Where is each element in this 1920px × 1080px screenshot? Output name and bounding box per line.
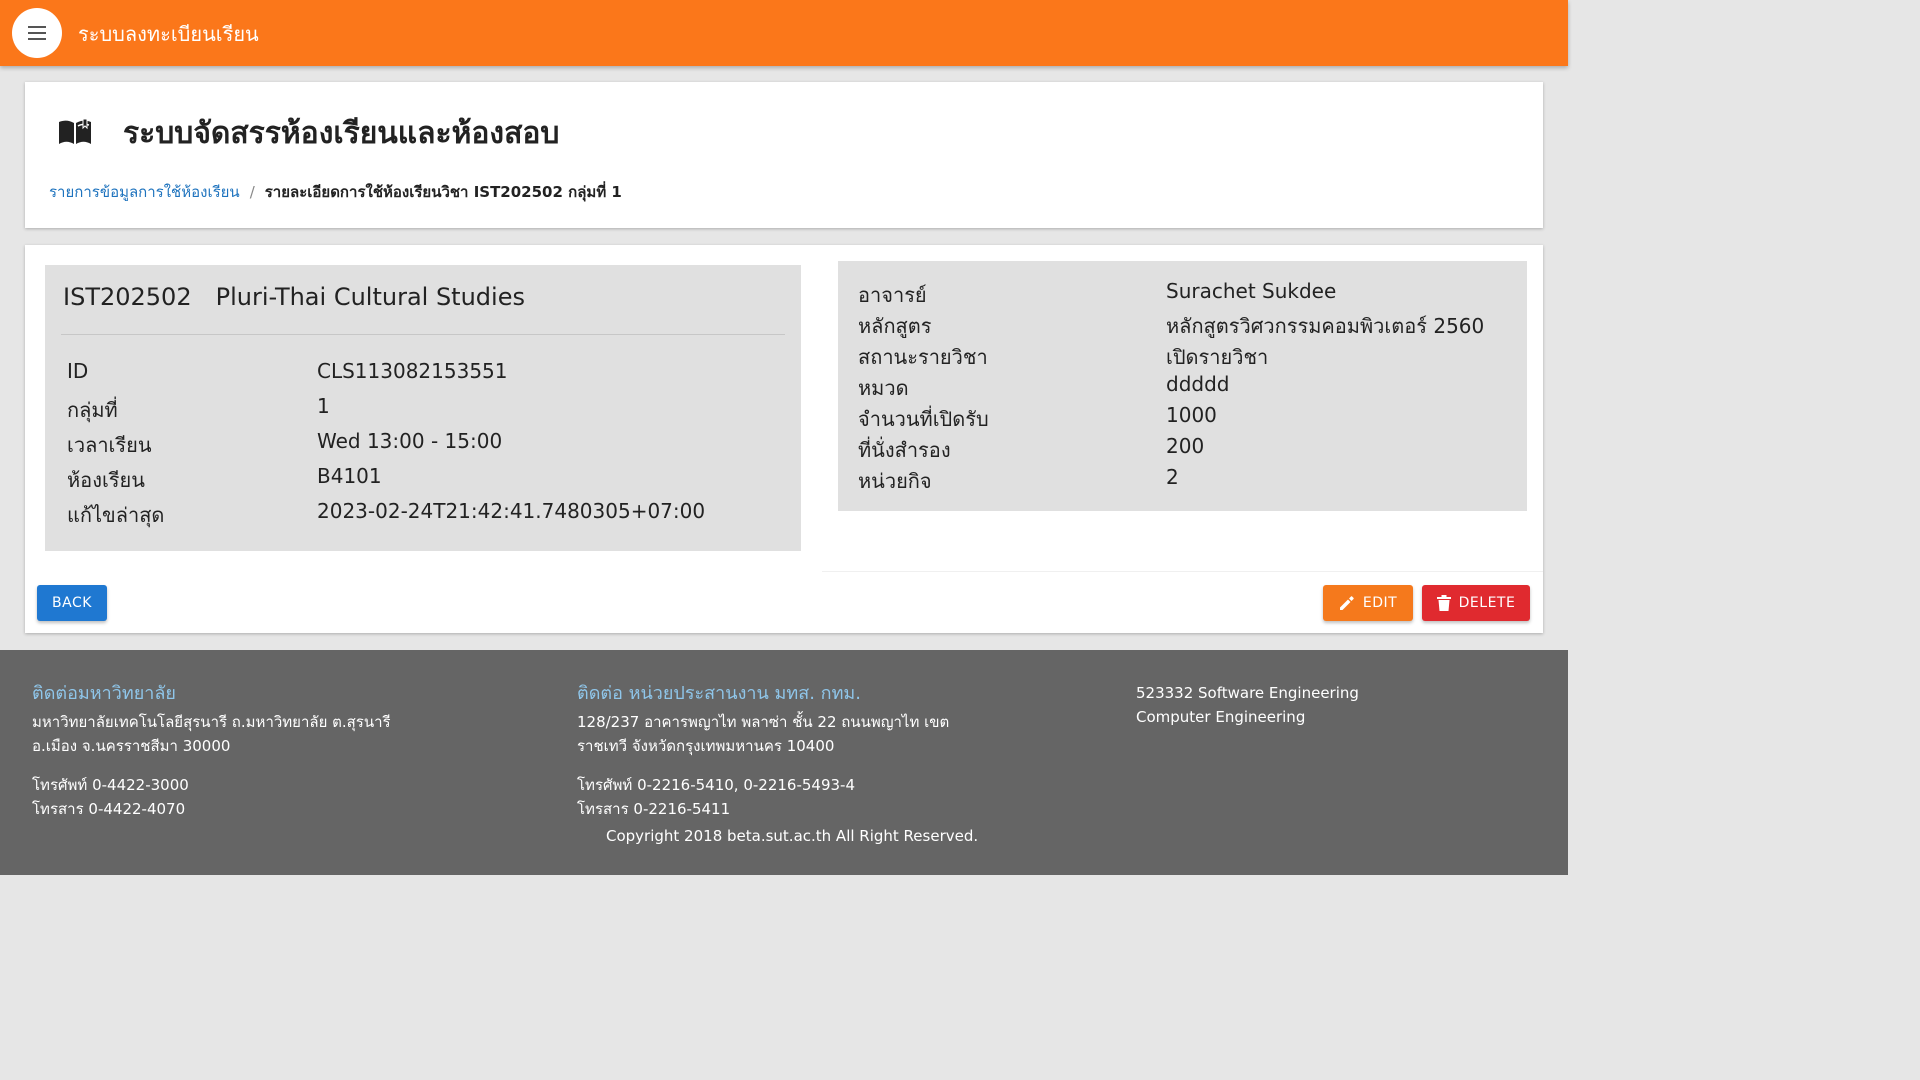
course-code: IST202502 [63,283,192,311]
breadcrumb: รายการข้อมูลการใช้ห้องเรียน / รายละเอียด… [49,180,622,204]
class-detail-panel: IST202502 Pluri-Thai Cultural Studies ID … [45,265,801,551]
delete-button-label: DELETE [1458,595,1516,611]
info-label: หลักสูตร [858,314,932,338]
detail-row: ID CLS113082153551 [67,359,508,383]
back-button[interactable]: BACK [37,585,107,621]
footer-address: ราชเทวี จังหวัดกรุงเทพมหานคร 10400 [577,737,835,755]
breadcrumb-link[interactable]: รายการข้อมูลการใช้ห้องเรียน [49,180,240,204]
open-book-icon [57,118,93,150]
page-title: ระบบจัดสรรห้องเรียนและห้องสอบ [123,116,560,151]
detail-label: กลุ่มที่ [67,398,118,422]
footer-department: Computer Engineering [1136,708,1306,726]
divider [61,334,785,335]
info-row: หมวด ddddd [858,372,1229,404]
footer-address: อ.เมือง จ.นครราชสีมา 30000 [32,737,231,755]
info-value: ddddd [1166,372,1230,396]
course-name: Pluri-Thai Cultural Studies [215,283,525,311]
info-value: หลักสูตรวิศวกรรมคอมพิวเตอร์ 2560 [1166,314,1485,338]
detail-row: แก้ไขล่าสุด 2023-02-24T21:42:41.7480305+… [67,499,705,531]
detail-value: CLS113082153551 [317,359,508,383]
footer-fax: โทรสาร 0-4422-4070 [32,800,186,818]
detail-row: กลุ่มที่ 1 [67,394,330,426]
info-row: ที่นั่งสำรอง 200 [858,434,1204,466]
detail-value: 2023-02-24T21:42:41.7480305+07:00 [317,499,706,523]
footer-university-contact: ติดต่อมหาวิทยาลัย มหาวิทยาลัยเทคโนโลยีสุ… [32,682,391,821]
info-value: 200 [1166,434,1205,458]
back-button-label: BACK [52,595,92,611]
copyright: Copyright 2018 beta.sut.ac.th All Right … [606,827,979,845]
footer-address: 128/237 อาคารพญาไท พลาซ่า ชั้น 22 ถนนพญา… [577,713,950,731]
detail-value: 1 [317,394,330,418]
footer-phone: โทรศัพท์ 0-2216-5410, 0-2216-5493-4 [577,776,855,794]
info-row: จำนวนที่เปิดรับ 1000 [858,403,1217,435]
edit-button[interactable]: EDIT [1323,585,1413,621]
detail-label: แก้ไขล่าสุด [67,503,165,527]
info-label: หน่วยกิจ [858,469,932,493]
course-heading: IST202502 Pluri-Thai Cultural Studies [63,283,525,311]
footer-course: 523332 Software Engineering [1136,684,1359,702]
info-row: อาจารย์ Surachet Sukdee [858,279,1336,311]
info-label: หมวด [858,376,909,400]
footer-heading: ติดต่อมหาวิทยาลัย [32,683,176,704]
info-value: เปิดรายวิชา [1166,345,1269,369]
trash-icon [1436,595,1451,611]
delete-button[interactable]: DELETE [1422,585,1530,621]
info-label: ที่นั่งสำรอง [858,438,951,462]
app-bar: ระบบลงทะเบียนเรียน [0,0,1568,66]
footer-bangkok-contact: ติดต่อ หน่วยประสานงาน มทส. กทม. 128/237 … [577,682,949,821]
detail-label: ห้องเรียน [67,468,145,492]
info-value: 2 [1166,465,1179,489]
info-row: หน่วยกิจ 2 [858,465,1179,497]
info-label: สถานะรายวิชา [858,345,988,369]
detail-row: เวลาเรียน Wed 13:00 - 15:00 [67,429,502,461]
app-title: ระบบลงทะเบียนเรียน [78,22,259,46]
info-value: 1000 [1166,403,1217,427]
breadcrumb-separator: / [249,183,255,201]
detail-value: B4101 [317,464,382,488]
footer-fax: โทรสาร 0-2216-5411 [577,800,731,818]
breadcrumb-current: รายละเอียดการใช้ห้องเรียนวิชา IST202502 … [264,183,622,201]
detail-label: ID [67,359,89,383]
pencil-icon [1339,595,1355,611]
info-label: อาจารย์ [858,283,927,307]
footer-phone: โทรศัพท์ 0-4422-3000 [32,776,189,794]
edit-button-label: EDIT [1362,595,1398,611]
info-label: จำนวนที่เปิดรับ [858,407,989,431]
detail-label: เวลาเรียน [67,433,152,457]
menu-button[interactable] [12,8,62,58]
detail-row: ห้องเรียน B4101 [67,464,382,496]
info-value: Surachet Sukdee [1166,279,1337,303]
info-row: สถานะรายวิชา เปิดรายวิชา [858,341,1268,373]
footer: ติดต่อมหาวิทยาลัย มหาวิทยาลัยเทคโนโลยีสุ… [0,650,1568,875]
info-row: หลักสูตร หลักสูตรวิศวกรรมคอมพิวเตอร์ 256… [858,310,1484,342]
footer-address: มหาวิทยาลัยเทคโนโลยีสุรนารี ถ.มหาวิทยาลั… [32,713,391,731]
footer-course-info: 523332 Software Engineering Computer Eng… [1136,681,1359,729]
divider [822,571,1543,572]
detail-value: Wed 13:00 - 15:00 [317,429,503,453]
footer-heading: ติดต่อ หน่วยประสานงาน มทส. กทม. [577,683,862,704]
course-info-panel: อาจารย์ Surachet Sukdee หลักสูตร หลักสูต… [838,261,1527,511]
header-card: ระบบจัดสรรห้องเรียนและห้องสอบ รายการข้อม… [25,82,1543,228]
menu-icon [28,26,46,40]
detail-card: IST202502 Pluri-Thai Cultural Studies ID … [25,245,1543,633]
